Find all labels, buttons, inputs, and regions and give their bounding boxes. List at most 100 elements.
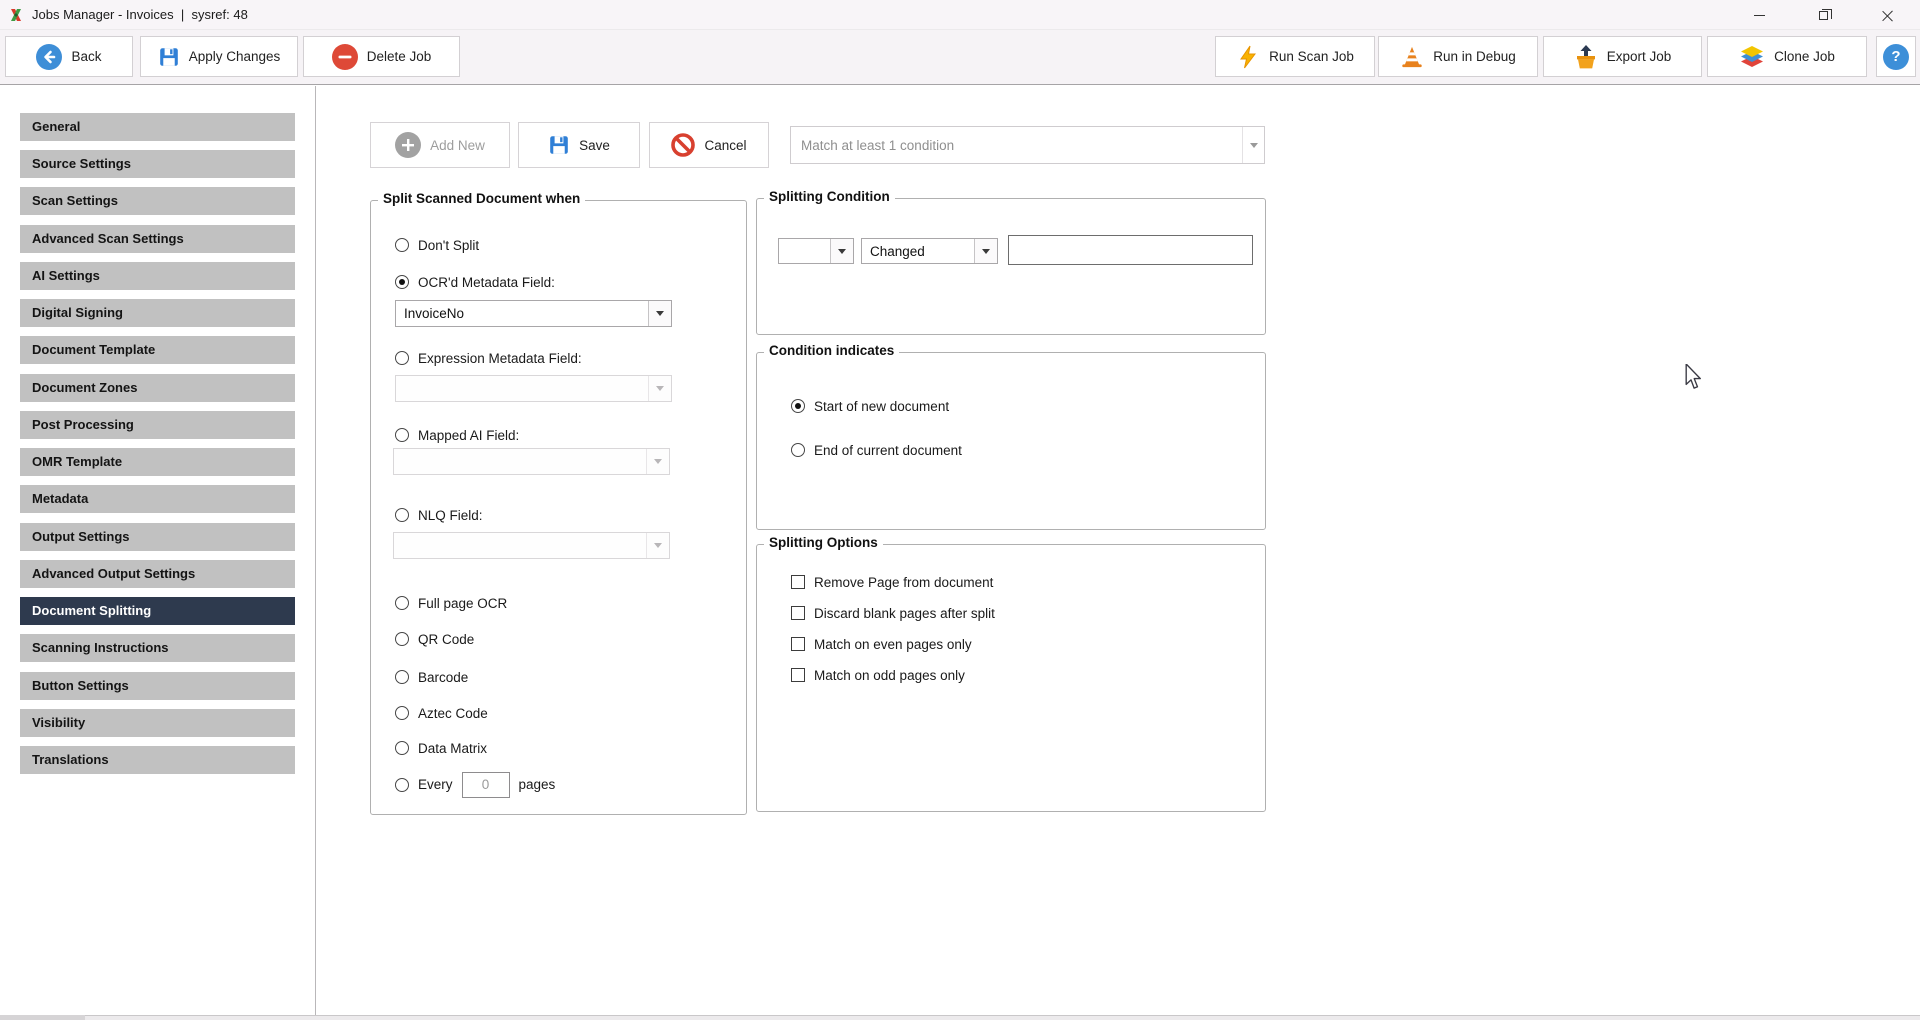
sidebar-item-omr-template[interactable]: OMR Template: [20, 448, 295, 476]
chevron-down-icon: [646, 449, 669, 474]
nlq-field-select: [393, 532, 670, 559]
split-when-title: Split Scanned Document when: [378, 191, 585, 206]
app-logo-icon: [8, 7, 24, 28]
radio-icon[interactable]: [395, 632, 409, 646]
radio-data-matrix[interactable]: Data Matrix: [395, 738, 487, 758]
run-in-debug-button[interactable]: Run in Debug: [1378, 36, 1538, 77]
lightning-bolt-icon: [1236, 45, 1260, 69]
radio-label: QR Code: [418, 632, 474, 647]
sidebar-item-metadata[interactable]: Metadata: [20, 485, 295, 513]
radio-start-of-new-document[interactable]: Start of new document: [791, 396, 949, 416]
radio-dont-split[interactable]: Don't Split: [395, 235, 479, 255]
delete-job-button[interactable]: Delete Job: [303, 36, 460, 77]
add-new-button[interactable]: Add New: [370, 122, 510, 168]
radio-qr-code[interactable]: QR Code: [395, 629, 474, 649]
radio-aztec-code[interactable]: Aztec Code: [395, 703, 488, 723]
sidebar-item-source-settings[interactable]: Source Settings: [20, 150, 295, 178]
checkbox-icon[interactable]: [791, 637, 805, 651]
checkbox-label: Discard blank pages after split: [814, 606, 995, 621]
radio-icon[interactable]: [395, 508, 409, 522]
sidebar-item-general[interactable]: General: [20, 113, 295, 141]
chevron-down-icon[interactable]: [648, 301, 671, 326]
radio-icon-selected[interactable]: [791, 399, 805, 413]
sidebar-item-output-settings[interactable]: Output Settings: [20, 523, 295, 551]
apply-changes-button[interactable]: Apply Changes: [140, 36, 298, 77]
radio-label: NLQ Field:: [418, 508, 483, 523]
sidebar-item-ai-settings[interactable]: AI Settings: [20, 262, 295, 290]
back-icon: [36, 44, 62, 70]
radio-mapped-ai-field[interactable]: Mapped AI Field:: [395, 425, 519, 445]
sidebar-item-document-splitting[interactable]: Document Splitting: [20, 597, 295, 625]
radio-end-of-current-document[interactable]: End of current document: [791, 440, 962, 460]
radio-label: Barcode: [418, 670, 468, 685]
radio-label: Start of new document: [814, 399, 949, 414]
checkbox-match-even-pages[interactable]: Match on even pages only: [791, 634, 972, 654]
radio-icon[interactable]: [791, 443, 805, 457]
export-job-button[interactable]: Export Job: [1543, 36, 1702, 77]
circle-plus-icon: [395, 132, 421, 158]
sidebar-item-button-settings[interactable]: Button Settings: [20, 672, 295, 700]
checkbox-label: Match on even pages only: [814, 637, 972, 652]
help-button[interactable]: ?: [1876, 36, 1916, 77]
sidebar-item-advanced-output-settings[interactable]: Advanced Output Settings: [20, 560, 295, 588]
chevron-down-icon[interactable]: [974, 239, 997, 263]
sidebar-item-digital-signing[interactable]: Digital Signing: [20, 299, 295, 327]
radio-every-pages[interactable]: Every pages: [395, 771, 555, 798]
sidebar-item-visibility[interactable]: Visibility: [20, 709, 295, 737]
sidebar-item-post-processing[interactable]: Post Processing: [20, 411, 295, 439]
radio-icon[interactable]: [395, 428, 409, 442]
close-button[interactable]: [1864, 0, 1910, 30]
radio-barcode[interactable]: Barcode: [395, 667, 468, 687]
radio-icon[interactable]: [395, 596, 409, 610]
match-condition-select[interactable]: Match at least 1 condition: [790, 126, 1265, 164]
radio-full-page-ocr[interactable]: Full page OCR: [395, 593, 507, 613]
radio-icon[interactable]: [395, 778, 409, 792]
checkbox-remove-page[interactable]: Remove Page from document: [791, 572, 993, 592]
radio-ocrd-metadata-field[interactable]: OCR'd Metadata Field:: [395, 272, 555, 292]
radio-label: Aztec Code: [418, 706, 488, 721]
save-button[interactable]: Save: [518, 122, 640, 168]
ocrd-metadata-field-select[interactable]: InvoiceNo: [395, 300, 672, 327]
condition-value-input[interactable]: [1008, 235, 1253, 265]
sidebar-item-document-template[interactable]: Document Template: [20, 336, 295, 364]
chevron-down-icon[interactable]: [830, 239, 853, 263]
export-job-label: Export Job: [1607, 49, 1672, 64]
checkbox-label: Remove Page from document: [814, 575, 993, 590]
radio-icon[interactable]: [395, 741, 409, 755]
stacked-layers-icon: [1739, 44, 1765, 70]
match-condition-value: Match at least 1 condition: [791, 138, 1242, 153]
checkbox-match-odd-pages[interactable]: Match on odd pages only: [791, 665, 965, 685]
clone-job-button[interactable]: Clone Job: [1707, 36, 1867, 77]
radio-icon[interactable]: [395, 351, 409, 365]
radio-icon[interactable]: [395, 238, 409, 252]
every-label: Every: [418, 777, 453, 792]
radio-icon-selected[interactable]: [395, 275, 409, 289]
condition-operator-select[interactable]: Changed: [861, 238, 998, 264]
splitting-options-title: Splitting Options: [764, 535, 883, 550]
checkbox-icon[interactable]: [791, 606, 805, 620]
every-pages-input[interactable]: [462, 772, 510, 798]
radio-icon[interactable]: [395, 706, 409, 720]
split-when-group: Split Scanned Document when Don't Split …: [370, 200, 747, 815]
minimize-button[interactable]: [1736, 0, 1782, 30]
checkbox-discard-blank-pages[interactable]: Discard blank pages after split: [791, 603, 995, 623]
sidebar-item-scan-settings[interactable]: Scan Settings: [20, 187, 295, 215]
status-strip: [0, 1015, 1920, 1020]
window-title: Jobs Manager - Invoices | sysref: 48: [32, 7, 248, 22]
radio-expression-metadata-field[interactable]: Expression Metadata Field:: [395, 348, 582, 368]
sidebar-item-advanced-scan-settings[interactable]: Advanced Scan Settings: [20, 225, 295, 253]
back-button[interactable]: Back: [5, 36, 133, 77]
radio-nlq-field[interactable]: NLQ Field:: [395, 505, 483, 525]
cancel-button[interactable]: Cancel: [649, 122, 769, 168]
run-scan-job-button[interactable]: Run Scan Job: [1215, 36, 1375, 77]
sidebar-item-document-zones[interactable]: Document Zones: [20, 374, 295, 402]
condition-field-select[interactable]: [778, 238, 854, 264]
add-new-label: Add New: [430, 138, 485, 153]
maximize-button[interactable]: [1800, 0, 1846, 30]
sidebar-divider: [315, 86, 316, 1015]
sidebar-item-translations[interactable]: Translations: [20, 746, 295, 774]
checkbox-icon[interactable]: [791, 668, 805, 682]
radio-icon[interactable]: [395, 670, 409, 684]
sidebar-item-scanning-instructions[interactable]: Scanning Instructions: [20, 634, 295, 662]
checkbox-icon[interactable]: [791, 575, 805, 589]
